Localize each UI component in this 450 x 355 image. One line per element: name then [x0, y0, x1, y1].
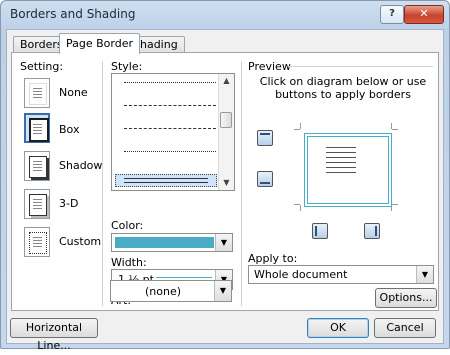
style-option-dash-dot[interactable] [124, 128, 216, 129]
options-button[interactable]: Options... [375, 288, 437, 308]
art-dropdown[interactable]: (none) ▼ [110, 280, 232, 302]
apply-to-label: Apply to: [248, 252, 298, 265]
color-label: Color: [111, 219, 144, 232]
ok-button[interactable]: OK [307, 318, 369, 338]
scroll-down-icon[interactable]: ▼ [219, 176, 234, 190]
setting-box-label[interactable]: Box [59, 123, 79, 136]
scroll-thumb[interactable] [220, 112, 232, 128]
width-label: Width: [111, 256, 147, 269]
chevron-down-icon[interactable]: ▼ [416, 266, 433, 283]
left-border-icon [315, 226, 317, 236]
style-label: Style: [111, 60, 143, 73]
setting-custom-label[interactable]: Custom [59, 235, 101, 248]
dialog-title: Borders and Shading [10, 7, 136, 21]
dialog-window: Borders and Shading ? ✕ Borders Page Bor… [0, 0, 450, 352]
page-box-icon [29, 118, 49, 142]
page-shadow-icon [29, 156, 47, 178]
left-border-button[interactable] [312, 223, 328, 239]
divider-left [102, 61, 103, 306]
divider-right [241, 61, 242, 306]
page-none-icon [29, 83, 47, 105]
art-value: (none) [144, 285, 182, 298]
setting-shadow-label[interactable]: Shadow [59, 159, 102, 172]
page-3d-icon [29, 194, 47, 216]
close-button[interactable]: ✕ [404, 5, 444, 24]
bottom-border-icon [260, 182, 270, 184]
chevron-down-icon[interactable]: ▼ [215, 234, 232, 251]
preview-page[interactable] [304, 133, 392, 207]
preview-label: Preview [248, 60, 291, 73]
right-border-button[interactable] [364, 223, 380, 239]
style-option-dash-dot-dot[interactable] [124, 151, 216, 152]
tab-borders-label: Borders [20, 38, 63, 51]
preview-instructions: Click on diagram below or use buttons to… [259, 75, 427, 101]
color-dropdown[interactable]: ▼ [111, 233, 233, 252]
help-button[interactable]: ? [380, 5, 404, 24]
dialog-client: Borders Page Border Shading Setting: Non… [6, 29, 444, 352]
style-option-selected[interactable] [115, 174, 217, 187]
top-border-button[interactable] [257, 130, 273, 146]
preview-diagram[interactable] [294, 123, 398, 211]
tab-page-border-label: Page Border [66, 37, 134, 50]
horizontal-line-button[interactable]: Horizontal Line... [10, 318, 98, 352]
scroll-up-icon[interactable]: ▲ [219, 74, 234, 88]
top-border-icon [260, 133, 270, 135]
setting-box-button[interactable] [24, 113, 50, 143]
style-list[interactable]: ▲ ▼ [111, 73, 235, 191]
apply-to-dropdown[interactable]: Whole document ▼ [248, 265, 434, 284]
setting-none-label[interactable]: None [59, 86, 88, 99]
setting-none-button[interactable] [24, 78, 50, 108]
title-bar[interactable]: Borders and Shading ? ✕ [1, 1, 449, 29]
tab-panel: Setting: None Box Shadow 3-D Custom Styl… [11, 52, 439, 311]
tab-page-border[interactable]: Page Border [59, 33, 141, 54]
right-border-icon [375, 226, 377, 236]
bottom-border-button[interactable] [257, 171, 273, 187]
style-option-dotted[interactable] [124, 82, 216, 83]
style-option-dashed[interactable] [124, 105, 216, 106]
style-scrollbar[interactable]: ▲ ▼ [218, 74, 234, 190]
setting-label: Setting: [20, 60, 64, 73]
chevron-down-icon[interactable]: ▼ [214, 281, 231, 301]
setting-custom-button[interactable] [24, 227, 50, 257]
cancel-button[interactable]: Cancel [374, 318, 436, 338]
setting-shadow-button[interactable] [24, 151, 50, 181]
apply-to-value: Whole document [254, 268, 348, 281]
page-custom-icon [29, 232, 47, 254]
preview-rule [289, 66, 433, 67]
color-swatch [115, 237, 214, 248]
setting-3d-button[interactable] [24, 189, 50, 219]
setting-3d-label[interactable]: 3-D [59, 197, 78, 210]
double-line-icon [124, 178, 208, 183]
